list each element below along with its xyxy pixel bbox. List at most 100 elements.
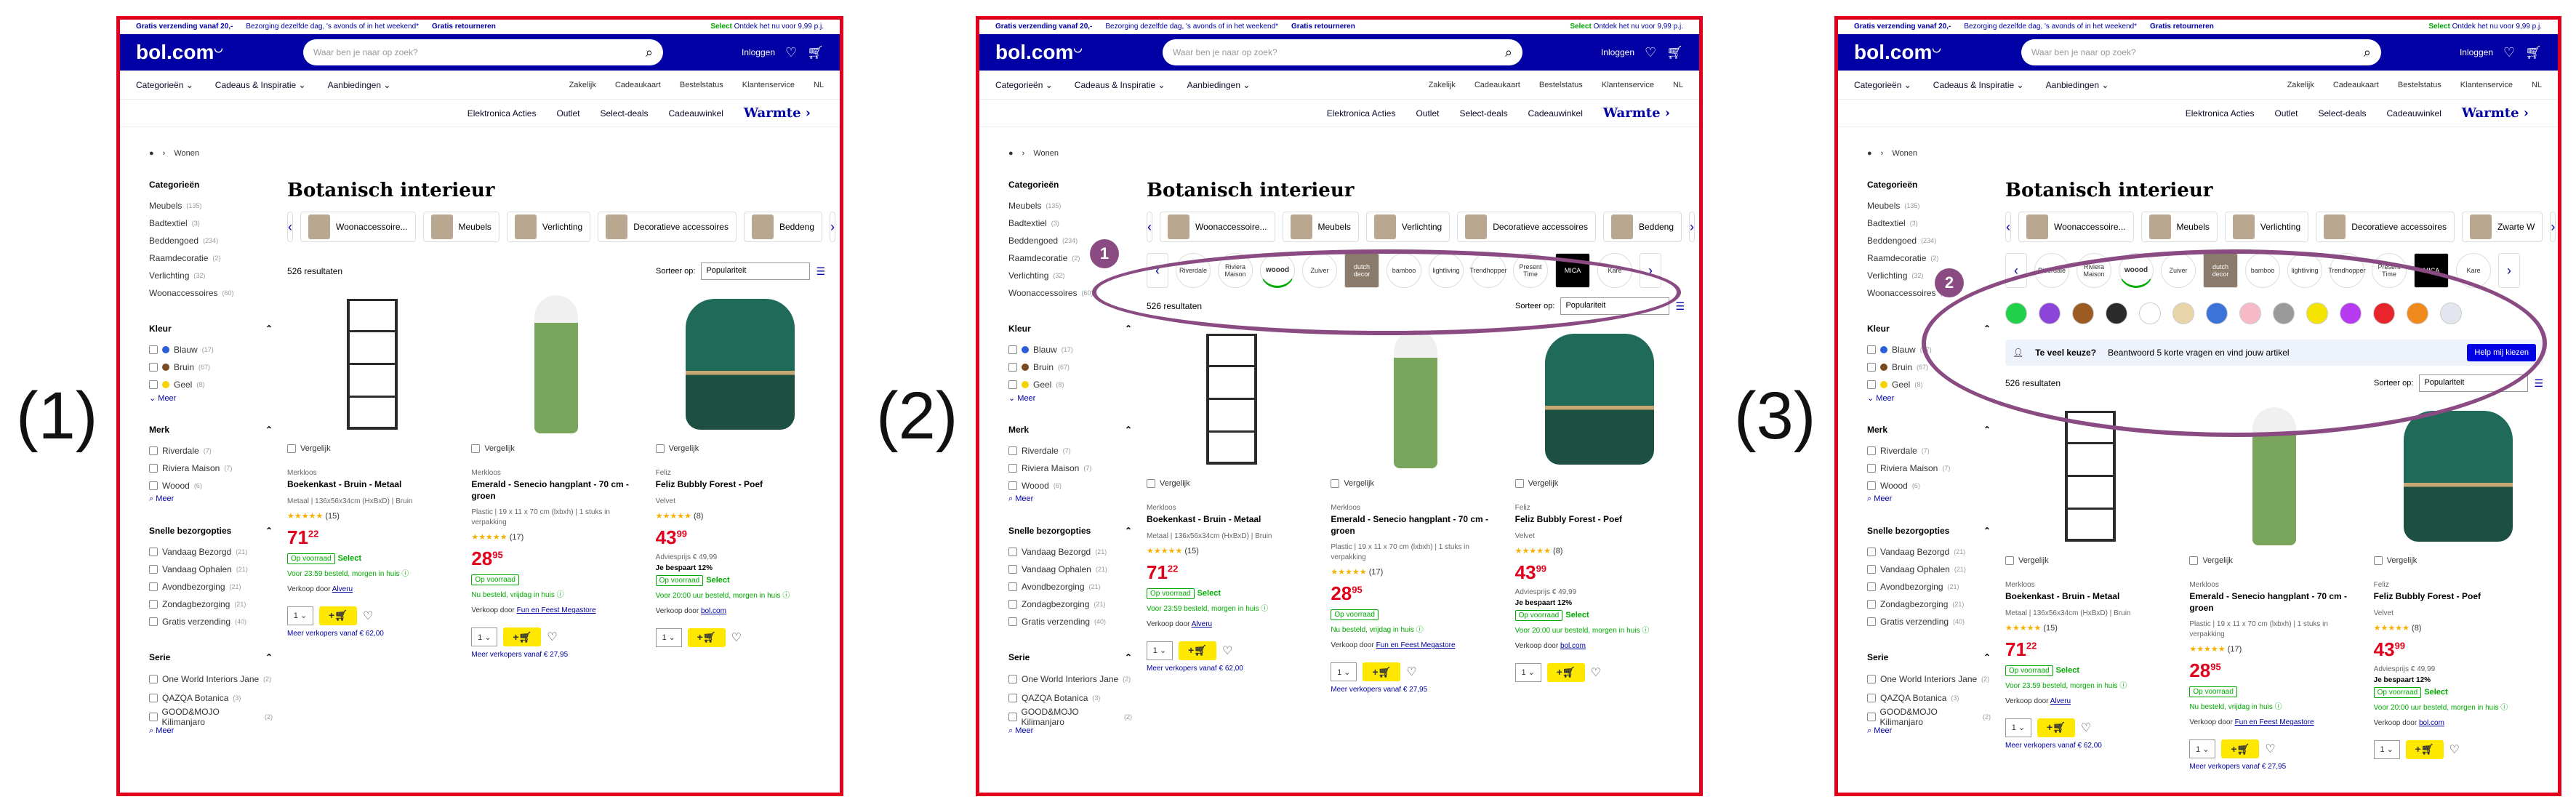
- service-link[interactable]: Zakelijk: [2287, 81, 2314, 89]
- checkbox[interactable]: [1008, 363, 1017, 372]
- nav-item[interactable]: Cadeaus & Inspiratie ⌄: [1075, 80, 1165, 90]
- checkbox[interactable]: [1867, 548, 1876, 556]
- delivery-filter-item[interactable]: Avondbezorging (21): [149, 578, 273, 596]
- list-view-icon[interactable]: ☰: [1675, 300, 1685, 313]
- info-icon[interactable]: ⓘ: [1416, 626, 1424, 634]
- product-image[interactable]: [656, 292, 825, 437]
- service-link[interactable]: Bestelstatus: [2398, 81, 2441, 89]
- more-sellers-link[interactable]: Meer verkopers vanaf € 62,00: [287, 630, 457, 638]
- color-filter-item[interactable]: Geel (8): [1008, 376, 1132, 393]
- checkbox[interactable]: [1008, 548, 1017, 556]
- series-filter-item[interactable]: One World Interiors Jane (2): [1867, 670, 1991, 689]
- category-filter-item[interactable]: Beddengoed (234): [149, 232, 273, 249]
- product-brand[interactable]: Feliz: [656, 469, 825, 477]
- category-filter-item[interactable]: Verlichting (32): [1867, 267, 1991, 284]
- more-sellers-link[interactable]: Meer verkopers vanaf € 27,95: [1331, 686, 1500, 694]
- filter-title[interactable]: Merk ⌃: [149, 425, 273, 435]
- category-chip[interactable]: Meubels: [1282, 212, 1359, 242]
- carousel-prev-button[interactable]: ‹: [1147, 212, 1152, 242]
- category-filter-item[interactable]: Verlichting (32): [149, 267, 273, 284]
- warmte-link[interactable]: Warmte ›: [2462, 105, 2529, 121]
- quantity-select[interactable]: 1 ⌄: [471, 627, 498, 647]
- subnav-item[interactable]: Select-deals: [1459, 108, 1507, 119]
- checkbox[interactable]: [149, 548, 158, 556]
- color-filter-item[interactable]: Bruin (67): [1008, 358, 1132, 376]
- subnav-item[interactable]: Outlet: [1416, 108, 1439, 119]
- list-view-icon[interactable]: ☰: [2534, 377, 2543, 390]
- filter-title[interactable]: Kleur ⌃: [149, 324, 273, 334]
- product-brand[interactable]: Merkloos: [1147, 504, 1316, 512]
- wishlist-heart-icon[interactable]: ♡: [731, 630, 742, 645]
- checkbox[interactable]: [1008, 446, 1017, 455]
- filter-title[interactable]: Snelle bezorgopties ⌃: [1867, 526, 1991, 536]
- select-promo[interactable]: Select Ontdek het nu voor 9,99 p.j.: [710, 23, 824, 31]
- product-title[interactable]: Boekenkast - Bruin - Metaal: [287, 479, 457, 491]
- info-icon[interactable]: ⓘ: [401, 570, 409, 578]
- quantity-select[interactable]: 1 ⌄: [2005, 718, 2031, 737]
- heart-icon[interactable]: ♡: [2503, 45, 2515, 60]
- product-title[interactable]: Emerald - Senecio hangplant - 70 cm - gr…: [2189, 591, 2359, 614]
- category-chip[interactable]: Beddeng: [743, 212, 823, 242]
- delivery-filter-item[interactable]: Vandaag Bezorgd (21): [1008, 543, 1132, 561]
- home-icon[interactable]: ●: [1867, 149, 1872, 158]
- filter-title[interactable]: Merk ⌃: [1008, 425, 1132, 435]
- service-link[interactable]: Zakelijk: [1429, 81, 1456, 89]
- product-image[interactable]: [1147, 326, 1316, 472]
- compare-checkbox[interactable]: Vergelijk: [2189, 556, 2359, 565]
- series-filter-item[interactable]: QAZQA Botanica (3): [1867, 689, 1991, 707]
- subnav-item[interactable]: Cadeauwinkel: [2387, 108, 2441, 119]
- product-title[interactable]: Emerald - Senecio hangplant - 70 cm - gr…: [1331, 514, 1500, 537]
- add-to-cart-button[interactable]: +🛒︎: [687, 627, 726, 647]
- checkbox[interactable]: [1008, 380, 1017, 389]
- service-link[interactable]: Zakelijk: [569, 81, 596, 89]
- subnav-item[interactable]: Elektronica Acties: [468, 108, 537, 119]
- checkbox[interactable]: [149, 345, 158, 354]
- subnav-item[interactable]: Cadeauwinkel: [669, 108, 723, 119]
- brand-filter-item[interactable]: Riverdale (7): [1008, 442, 1132, 460]
- home-icon[interactable]: ●: [1008, 149, 1014, 158]
- subnav-item[interactable]: Outlet: [556, 108, 579, 119]
- product-image[interactable]: [1331, 326, 1500, 472]
- color-filter-item[interactable]: Geel (8): [149, 376, 273, 393]
- subnav-item[interactable]: Select-deals: [2318, 108, 2366, 119]
- select-promo[interactable]: Select Ontdek het nu voor 9,99 p.j.: [1570, 23, 1683, 31]
- category-filter-item[interactable]: Beddengoed (234): [1867, 232, 1991, 249]
- info-icon[interactable]: ⓘ: [2275, 703, 2282, 711]
- checkbox[interactable]: [1867, 713, 1876, 721]
- product-title[interactable]: Boekenkast - Bruin - Metaal: [2005, 591, 2175, 603]
- list-view-icon[interactable]: ☰: [816, 265, 825, 278]
- service-link[interactable]: Klantenservice: [2460, 81, 2513, 89]
- filter-title[interactable]: Snelle bezorgopties ⌃: [1008, 526, 1132, 536]
- service-link[interactable]: NL: [1673, 81, 1683, 89]
- checkbox[interactable]: [1867, 363, 1876, 372]
- brand-filter-item[interactable]: Woood (6): [149, 477, 273, 494]
- quantity-select[interactable]: 1 ⌄: [2189, 739, 2216, 759]
- add-to-cart-button[interactable]: +🛒︎: [2405, 739, 2444, 759]
- quantity-select[interactable]: 1 ⌄: [287, 606, 313, 625]
- seller-link[interactable]: Fun en Feest Megastore: [517, 606, 596, 614]
- more-link[interactable]: ⌄ Meer: [1867, 393, 1991, 403]
- checkbox[interactable]: [1867, 446, 1876, 455]
- subnav-item[interactable]: Elektronica Acties: [1327, 108, 1396, 119]
- nav-item[interactable]: Categorieën ⌄: [1854, 80, 1911, 90]
- wishlist-heart-icon[interactable]: ♡: [363, 609, 373, 623]
- heart-icon[interactable]: ♡: [785, 45, 797, 60]
- subnav-item[interactable]: Outlet: [2274, 108, 2298, 119]
- cart-icon[interactable]: 🛒︎: [807, 45, 824, 60]
- brand-filter-item[interactable]: Riviera Maison (7): [1867, 460, 1991, 477]
- seller-link[interactable]: bol.com: [701, 607, 726, 615]
- warmte-link[interactable]: Warmte ›: [744, 105, 811, 121]
- seller-link[interactable]: bol.com: [2419, 719, 2444, 727]
- series-filter-item[interactable]: QAZQA Botanica (3): [1008, 689, 1132, 707]
- compare-checkbox[interactable]: Vergelijk: [1331, 479, 1500, 488]
- delivery-filter-item[interactable]: Gratis verzending (40): [149, 613, 273, 630]
- category-chip[interactable]: Meubels: [422, 212, 499, 242]
- wishlist-heart-icon[interactable]: ♡: [1591, 665, 1601, 680]
- checkbox[interactable]: [149, 617, 158, 626]
- checkbox[interactable]: [1867, 380, 1876, 389]
- service-link[interactable]: Klantenservice: [742, 81, 795, 89]
- more-link[interactable]: ⌕ Meer: [1008, 726, 1132, 736]
- add-to-cart-button[interactable]: +🛒︎: [503, 627, 542, 647]
- category-chip[interactable]: Woonaccessoire...: [2018, 212, 2134, 242]
- category-chip[interactable]: Verlichting: [506, 212, 591, 242]
